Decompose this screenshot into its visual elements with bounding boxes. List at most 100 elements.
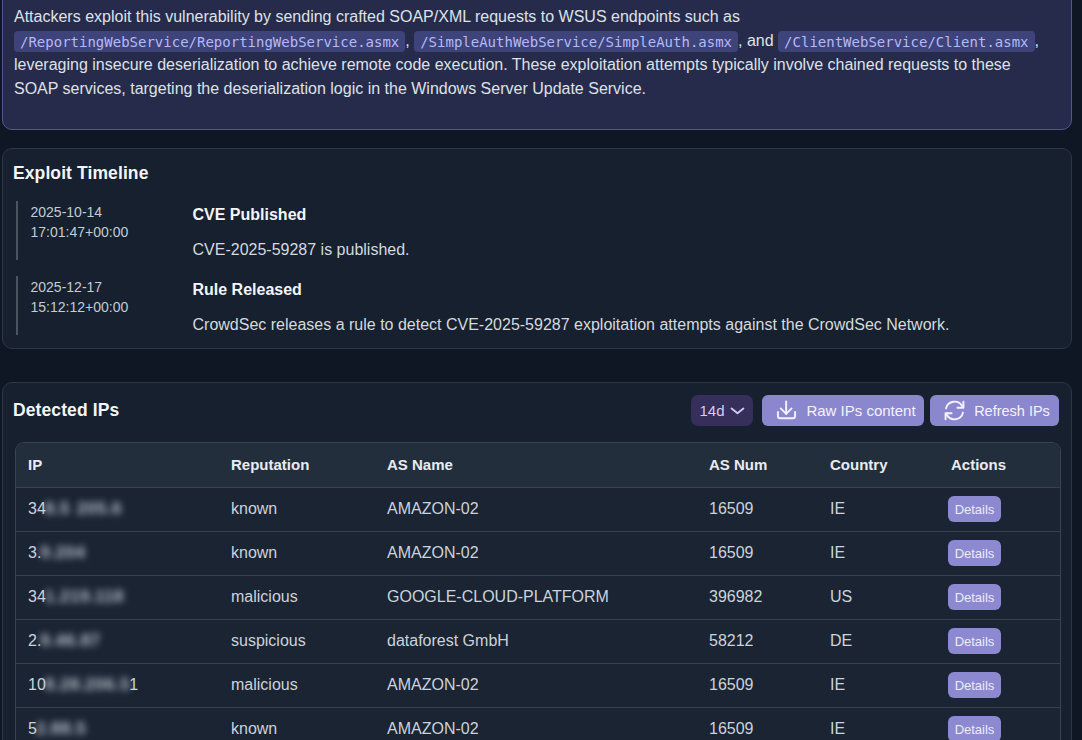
table-row: 52.88.5knownAMAZON-0216509IE Details — [16, 707, 1060, 740]
timeline-entry-description: CrowdSec releases a rule to detect CVE-2… — [193, 314, 950, 335]
cell-as-name: AMAZON-02 — [375, 707, 697, 740]
redacted-ip-segment: 8.28.206.5 — [45, 675, 130, 694]
detected-ips-controls: 14d Raw IPs content — [691, 395, 1059, 426]
endpoint-code: /ClientWebService/Client.asmx — [778, 31, 1034, 52]
detected-ips-table-container: IPReputationAS NameAS NumCountryActions … — [15, 442, 1061, 740]
endpoint-code: /SimpleAuthWebService/SimpleAuth.asmx — [414, 31, 738, 52]
details-button[interactable]: Details — [948, 672, 1001, 698]
cell-country: DE — [818, 619, 939, 663]
cell-country: IE — [818, 487, 939, 531]
timeline-entry: 2025-10-1417:01:47+00:00 CVE Published C… — [16, 201, 1060, 260]
details-button[interactable]: Details — [948, 496, 1001, 522]
cell-ip: 108.28.206.51 — [16, 663, 219, 707]
cell-country: IE — [818, 663, 939, 707]
redacted-ip-segment: 1.219.118 — [45, 587, 124, 606]
cell-as-name: dataforest GmbH — [375, 619, 697, 663]
redacted-ip-segment: 8.5 — [45, 499, 70, 518]
column-header-ip: IP — [16, 443, 219, 487]
timeline-entries: 2025-10-1417:01:47+00:00 CVE Published C… — [15, 201, 1059, 335]
cell-actions: Details — [939, 487, 1060, 531]
refresh-ips-button[interactable]: Refresh IPs — [930, 395, 1059, 426]
cell-country: IE — [818, 707, 939, 740]
cell-as-num: 396982 — [697, 575, 818, 619]
table-header-row: IPReputationAS NameAS NumCountryActions — [16, 443, 1060, 487]
cell-as-name: AMAZON-02 — [375, 487, 697, 531]
timeline-entry-content: Rule Released CrowdSec releases a rule t… — [193, 276, 950, 335]
detected-ips-table: IPReputationAS NameAS NumCountryActions … — [16, 443, 1060, 740]
redacted-ip-segment: 2.88.5 — [36, 719, 86, 738]
vulnerability-overview-card: Attackers exploit this vulnerability by … — [2, 0, 1072, 130]
exploit-timeline-title: Exploit Timeline — [13, 163, 1059, 184]
cell-actions: Details — [939, 619, 1060, 663]
vulnerability-description: Attackers exploit this vulnerability by … — [14, 5, 1058, 101]
column-header-as-name: AS Name — [375, 443, 697, 487]
table-row: 341.219.118maliciousGOOGLE-CLOUD-PLATFOR… — [16, 575, 1060, 619]
cell-reputation: known — [219, 487, 375, 531]
page: Attackers exploit this vulnerability by … — [0, 0, 1082, 740]
cell-as-num: 16509 — [697, 531, 818, 575]
cell-as-name: GOOGLE-CLOUD-PLATFORM — [375, 575, 697, 619]
refresh-icon — [944, 400, 965, 421]
cell-actions: Details — [939, 531, 1060, 575]
timeline-entry-date: 2025-12-1715:12:12+00:00 — [31, 276, 193, 335]
details-button[interactable]: Details — [948, 540, 1001, 566]
table-row: 348.5 205.6knownAMAZON-0216509IEDetails — [16, 487, 1060, 531]
column-header-country: Country — [818, 443, 939, 487]
raw-ips-content-button[interactable]: Raw IPs content — [762, 395, 924, 426]
details-button[interactable]: Details — [948, 584, 1001, 610]
cell-ip: 52.88.5 — [16, 707, 219, 740]
details-button[interactable]: Details — [948, 716, 1001, 740]
redacted-ip-segment: 205.6 — [77, 499, 122, 518]
timeline-entry-title: CVE Published — [193, 201, 410, 225]
table-row: 108.28.206.51maliciousAMAZON-0216509IEDe… — [16, 663, 1060, 707]
cell-country: US — [818, 575, 939, 619]
cell-ip: 348.5 205.6 — [16, 487, 219, 531]
timeline-entry-content: CVE Published CVE-2025-59287 is publishe… — [193, 201, 410, 260]
period-dropdown[interactable]: 14d — [691, 395, 753, 426]
timeline-entry-description: CVE-2025-59287 is published. — [193, 239, 410, 260]
cell-reputation: known — [219, 531, 375, 575]
refresh-ips-label: Refresh IPs — [974, 403, 1050, 419]
timeline-entry: 2025-12-1715:12:12+00:00 Rule Released C… — [16, 276, 1060, 335]
cell-as-num: 16509 — [697, 707, 818, 740]
column-header-as-num: AS Num — [697, 443, 818, 487]
ip-text: 34 — [28, 588, 46, 605]
detected-ips-header: Detected IPs 14d Raw IPs content — [15, 395, 1059, 426]
cell-as-name: AMAZON-02 — [375, 663, 697, 707]
cell-actions: Details — [939, 663, 1060, 707]
exploit-timeline-card: Exploit Timeline 2025-10-1417:01:47+00:0… — [2, 148, 1072, 349]
table-body: 348.5 205.6knownAMAZON-0216509IEDetails3… — [16, 487, 1060, 740]
cell-as-num: 58212 — [697, 619, 818, 663]
timeline-entry-date: 2025-10-1417:01:47+00:00 — [31, 201, 193, 260]
cell-as-num: 16509 — [697, 663, 818, 707]
cell-as-num: 16509 — [697, 487, 818, 531]
redacted-ip-segment: 9.204 — [40, 543, 85, 562]
table-row: 2.9.46.87suspiciousdataforest GmbH58212D… — [16, 619, 1060, 663]
cell-actions: Details — [939, 707, 1060, 740]
cell-ip: 2.9.46.87 — [16, 619, 219, 663]
cell-actions: Details — [939, 575, 1060, 619]
ip-text: 10 — [28, 676, 46, 693]
timeline-entry-title: Rule Released — [193, 276, 950, 300]
cell-reputation: malicious — [219, 663, 375, 707]
table-row: 3.9.204knownAMAZON-0216509IEDetails — [16, 531, 1060, 575]
endpoint-code: /ReportingWebService/ReportingWebService… — [14, 31, 405, 52]
cell-country: IE — [818, 531, 939, 575]
cell-reputation: malicious — [219, 575, 375, 619]
download-icon — [776, 400, 797, 421]
chevron-down-icon — [730, 407, 745, 415]
column-header-reputation: Reputation — [219, 443, 375, 487]
cell-reputation: known — [219, 707, 375, 740]
period-value: 14d — [699, 402, 724, 419]
ip-text: 1 — [129, 676, 138, 693]
details-button[interactable]: Details — [948, 628, 1001, 654]
raw-ips-content-label: Raw IPs content — [806, 402, 915, 419]
ip-text: 34 — [28, 500, 46, 517]
cell-ip: 341.219.118 — [16, 575, 219, 619]
detected-ips-title: Detected IPs — [13, 400, 119, 421]
cell-as-name: AMAZON-02 — [375, 531, 697, 575]
redacted-ip-segment: 9.46.87 — [40, 631, 100, 650]
detected-ips-card: Detected IPs 14d Raw IPs content — [2, 382, 1072, 740]
cell-reputation: suspicious — [219, 619, 375, 663]
column-header-actions: Actions — [939, 443, 1060, 487]
